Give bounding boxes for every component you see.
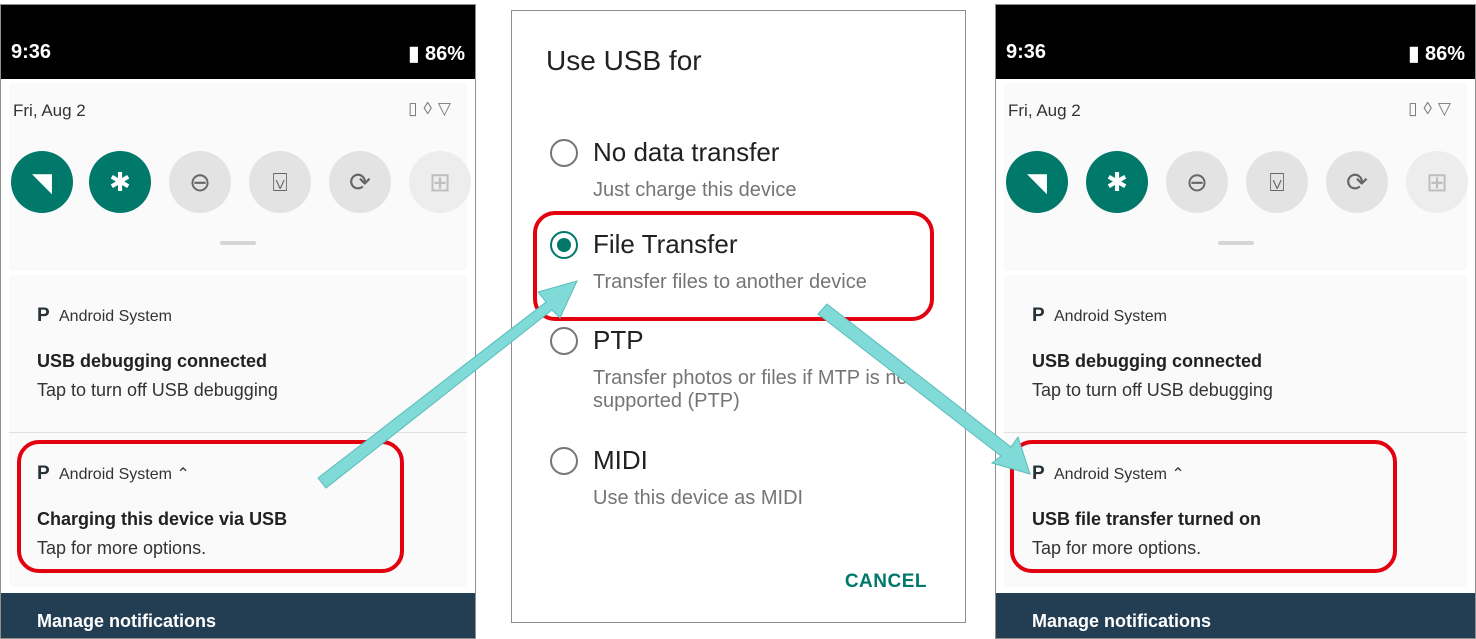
flow-arrows bbox=[317, 280, 1031, 489]
arrow-left-to-dialog bbox=[317, 280, 578, 489]
arrow-dialog-to-right bbox=[817, 303, 1031, 475]
